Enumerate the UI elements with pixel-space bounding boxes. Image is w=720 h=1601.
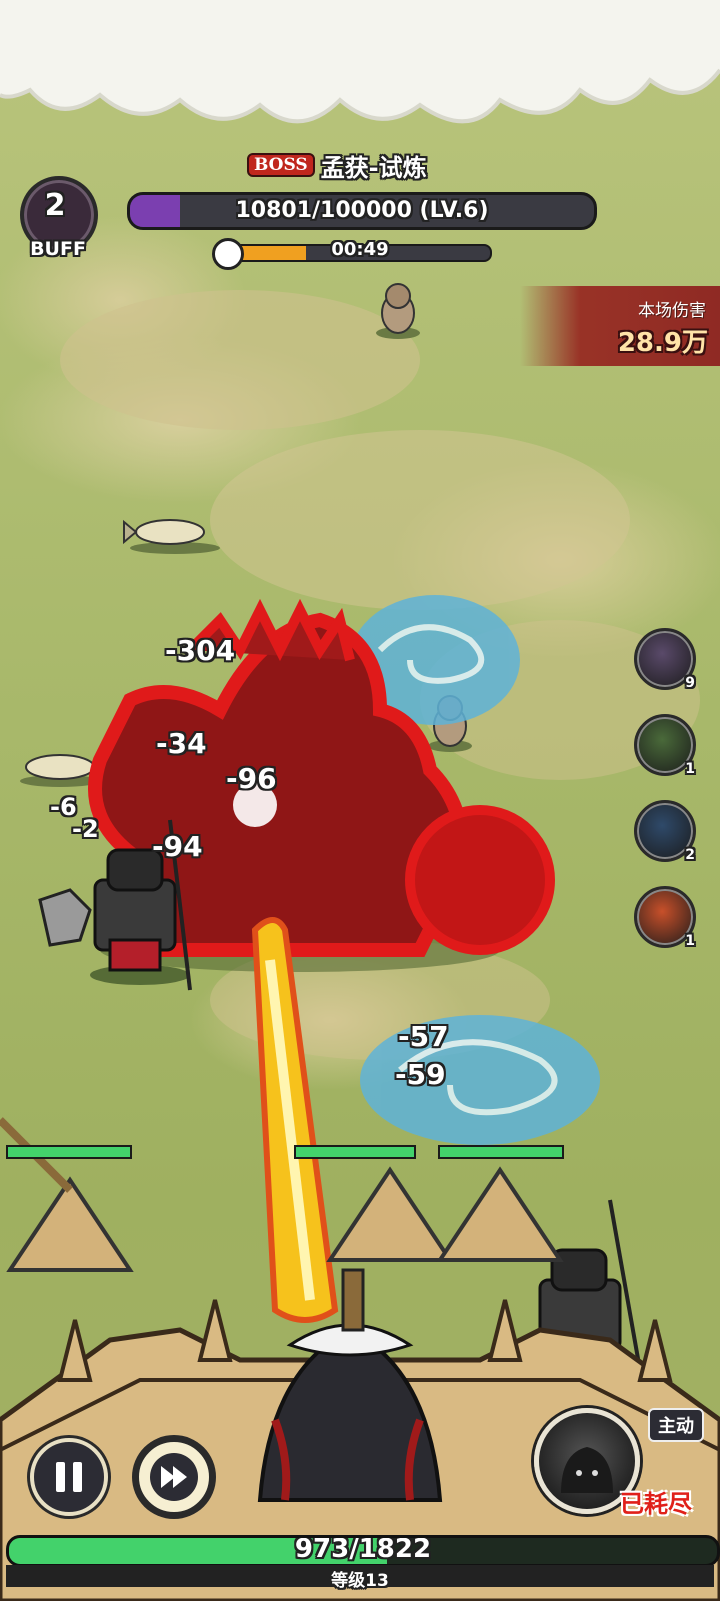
skill-exhausted-label: 已耗尽 [620,1490,692,1518]
damage-number: -57 [398,1020,449,1053]
skill-count: 9 [685,675,695,691]
boss-tag: BOSS [247,153,315,177]
level-text: 等级13 [331,1571,389,1591]
armor-icon[interactable]: 9 [634,628,696,691]
damage-value: 28.9万 [617,328,708,358]
fire-icon[interactable]: 1 [634,886,696,949]
arrows-icon[interactable]: 1 [634,714,696,777]
boss-title: BOSS 孟获-试炼 [247,148,427,182]
catapult-hp-bar [438,1145,564,1159]
catapult-right [436,1166,564,1262]
buff-label: BUFF [30,238,86,260]
wall-hp-bar: 973/1822 [6,1535,720,1567]
catapult-mid [326,1166,454,1262]
buff-count: 2 [44,188,66,223]
skill-count: 2 [685,847,695,863]
water-drop-icon[interactable]: 2 [634,800,696,863]
damage-number: -304 [165,634,236,667]
rat-enemy-top [376,283,420,339]
wall-hp-text: 973/1822 [294,1535,432,1564]
clock-icon [212,238,244,270]
damage-label: 本场伤害 [638,301,706,321]
boss-name: 孟获-试炼 [320,153,427,182]
catapult-left [0,1117,134,1272]
catapult-hp-bar [294,1145,416,1159]
timer-text: 00:49 [331,239,389,260]
pause-button[interactable] [30,1438,108,1516]
fish-enemy-1 [123,519,220,554]
active-mode-toggle[interactable]: 主动 [648,1408,704,1442]
fast-forward-icon [150,1453,198,1501]
damage-number: -2 [72,815,99,843]
boss-hp-bar: 10801/100000 (LV.6) [127,192,597,230]
damage-number: -34 [156,727,207,760]
timer-fill [234,246,306,260]
damage-number: -94 [152,830,203,863]
damage-number: -59 [395,1058,446,1091]
boss-hp-text: 10801/100000 (LV.6) [235,198,489,223]
fish-enemy-2 [20,754,100,787]
skill-count: 1 [685,933,695,949]
fast-forward-button[interactable] [135,1438,213,1516]
catapult-hp-bar [6,1145,132,1159]
damage-number: -96 [226,762,277,795]
pause-icon [56,1462,82,1492]
skill-count: 1 [685,761,695,777]
